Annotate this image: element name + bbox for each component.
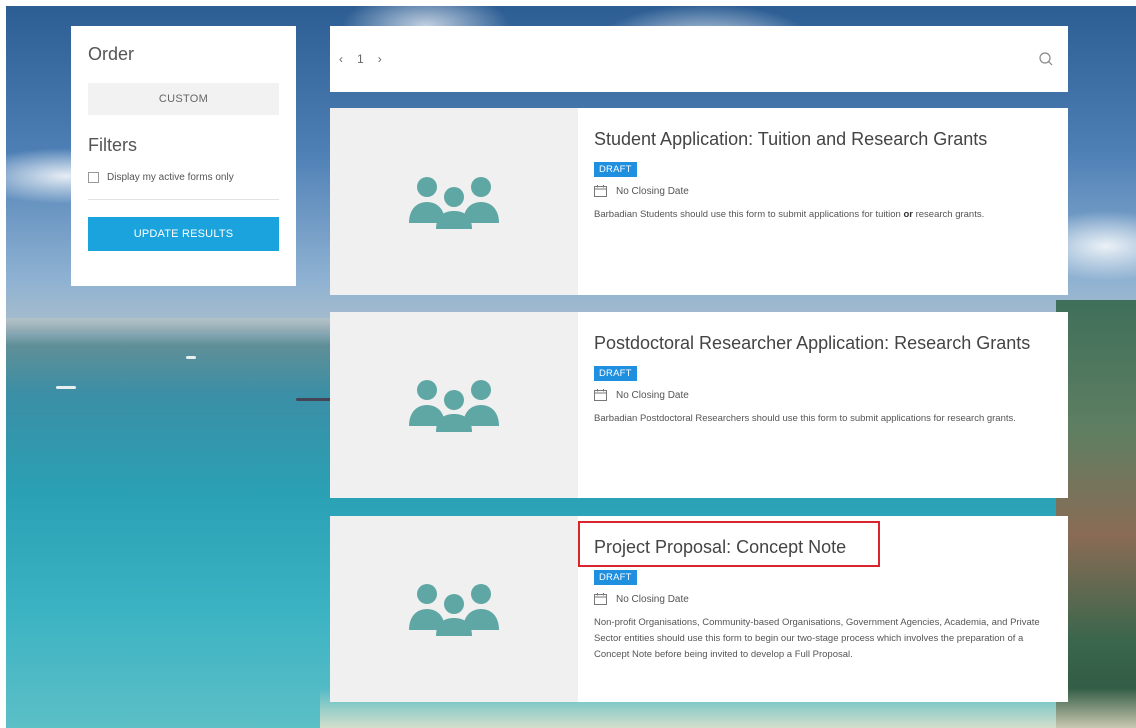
- closing-date-text: No Closing Date: [616, 185, 689, 197]
- form-title[interactable]: Postdoctoral Researcher Application: Res…: [594, 330, 1050, 356]
- shoreline: [6, 318, 336, 332]
- form-card-body: Student Application: Tuition and Researc…: [578, 108, 1068, 295]
- form-thumbnail: [330, 312, 578, 498]
- active-forms-label: Display my active forms only: [107, 172, 234, 183]
- filters-title: Filters: [88, 135, 137, 155]
- results-toolbar: ‹ 1 ›: [330, 26, 1068, 92]
- group-icon: [409, 380, 499, 432]
- closing-date-text: No Closing Date: [616, 389, 689, 401]
- order-title: Order: [88, 44, 135, 64]
- update-results-button[interactable]: UPDATE RESULTS: [88, 217, 279, 251]
- form-description: Barbadian Students should use this form …: [594, 209, 985, 220]
- highlight-box: [578, 521, 880, 567]
- coastal-town: [1056, 300, 1136, 728]
- form-description: Non-profit Organisations, Community-base…: [594, 617, 1040, 660]
- group-icon: [409, 176, 499, 229]
- active-forms-checkbox[interactable]: [88, 172, 99, 183]
- closing-date: No Closing Date: [594, 389, 1050, 401]
- status-badge: DRAFT: [594, 570, 637, 585]
- search-icon[interactable]: [1038, 51, 1054, 67]
- group-icon: [409, 584, 499, 636]
- form-card-body: Postdoctoral Researcher Application: Res…: [578, 312, 1068, 498]
- active-forms-filter[interactable]: Display my active forms only: [88, 172, 279, 200]
- page-number[interactable]: 1: [357, 52, 364, 66]
- calendar-icon: [594, 593, 607, 605]
- form-description: Barbadian Postdoctoral Researchers shoul…: [594, 413, 1016, 424]
- status-badge: DRAFT: [594, 366, 637, 381]
- closing-date-text: No Closing Date: [616, 593, 689, 605]
- pagination: ‹ 1 ›: [339, 52, 382, 66]
- form-card[interactable]: Student Application: Tuition and Researc…: [330, 108, 1068, 295]
- calendar-icon: [594, 389, 607, 401]
- form-thumbnail: [330, 516, 578, 702]
- form-thumbnail: [330, 108, 578, 295]
- prev-page-button[interactable]: ‹: [339, 52, 343, 66]
- next-page-button[interactable]: ›: [378, 52, 382, 66]
- status-badge: DRAFT: [594, 162, 637, 177]
- calendar-icon: [594, 185, 607, 197]
- form-title[interactable]: Student Application: Tuition and Researc…: [594, 126, 1050, 152]
- closing-date: No Closing Date: [594, 593, 1050, 605]
- order-select[interactable]: CUSTOM: [88, 83, 279, 115]
- filter-sidebar: Order CUSTOM Filters Display my active f…: [71, 26, 296, 286]
- closing-date: No Closing Date: [594, 185, 1050, 197]
- form-card[interactable]: Postdoctoral Researcher Application: Res…: [330, 312, 1068, 498]
